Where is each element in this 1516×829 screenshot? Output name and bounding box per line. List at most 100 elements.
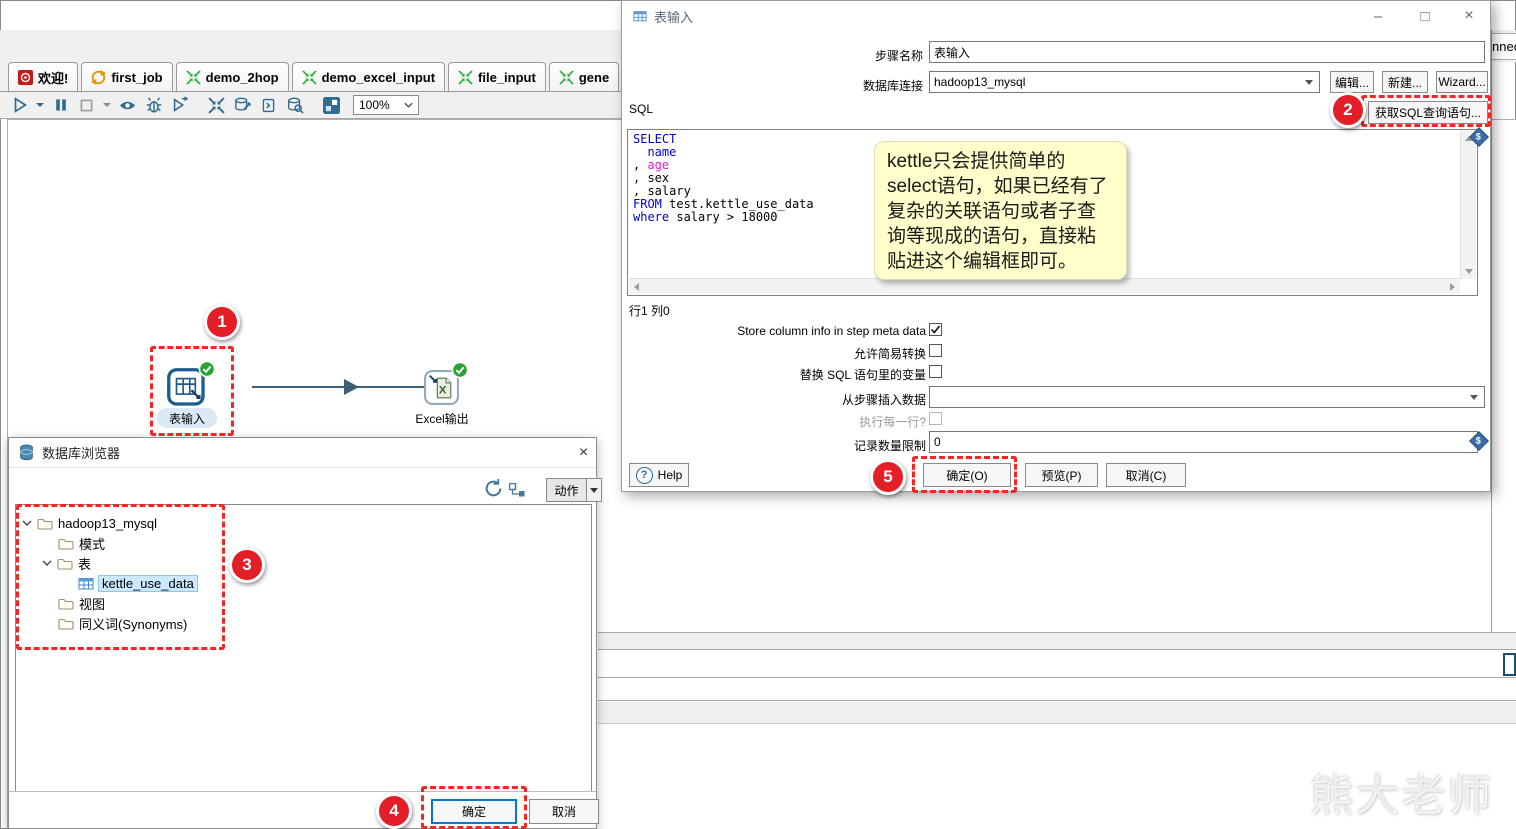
sql-keyword: SELECT [633,132,677,146]
kettle-welcome-icon [18,69,33,85]
note-line: 复杂的关联语句或者子查 [887,201,1097,222]
new-connection-button[interactable]: 新建... [1382,71,1428,93]
tab-demo-2hop[interactable]: demo_2hop [175,62,289,91]
insert-data-from-step-combo[interactable] [929,386,1485,408]
sql-field: age [647,158,670,172]
execute-each-row-label: 执行每一行? [859,415,926,429]
stop-button[interactable] [76,95,97,116]
watermark: 熊大老师 [1308,770,1492,819]
highlight-box-step [150,346,234,436]
dialog-title: 表输入 [654,9,694,25]
tab-gene-clipped[interactable]: gene [548,62,620,91]
chevron-down-icon [404,102,413,108]
cursor-position-status: 行1 列0 [629,304,670,318]
tab-label: file_input [478,69,536,85]
run-button[interactable] [9,95,30,116]
step-excel-output-label: Excel输出 [415,412,469,426]
preview-button[interactable] [117,95,138,116]
fragment-text: nnec [1492,39,1516,54]
transformation-icon [458,70,473,85]
preview-button[interactable]: 预览(P) [1025,463,1098,487]
tab-welcome[interactable]: 欢迎! [8,62,79,91]
job-icon [91,69,107,85]
scroll-right-icon[interactable] [1450,283,1455,291]
sql-field: , sex [633,171,670,185]
note-line: select语句，如果已经有了 [887,176,1108,197]
connection-combo[interactable]: hadoop13_mysql [929,71,1320,93]
debug-button[interactable] [143,95,164,116]
tab-label: gene [578,69,610,85]
refresh-button[interactable] [483,478,504,502]
tab-label: demo_2hop [205,69,279,85]
scroll-down-icon[interactable] [1465,269,1473,274]
action-dropdown-button[interactable] [587,478,602,502]
step-badge-4: 4 [376,793,412,829]
verify-transformation-button[interactable] [206,95,227,116]
database-explore-button[interactable] [284,95,305,116]
replay-button[interactable] [169,95,190,116]
background-window-edge [1491,30,1492,632]
chevron-down-icon [590,487,598,493]
vertical-scrollbar[interactable] [1460,131,1476,279]
minimize-button[interactable]: – [1358,1,1398,31]
sql-section-label: SQL [629,102,654,116]
stop-options-caret[interactable] [102,95,112,116]
dialog-titlebar[interactable]: 数据库浏览器 [9,438,596,468]
cancel-button[interactable]: 取消(C) [1106,463,1186,487]
svg-text:X: X [439,385,447,397]
close-icon: × [578,444,589,461]
transformation-icon [559,70,574,85]
help-button[interactable]: ? Help [629,463,689,487]
help-label: Help [657,468,683,482]
action-button[interactable]: 动作 [546,478,587,502]
note-line: kettle只会提供简单的 [887,151,1066,172]
highlight-box-get-sql [1361,95,1491,127]
run-options-caret[interactable] [35,95,45,116]
tab-file-input[interactable]: file_input [448,62,546,91]
edit-connection-button[interactable]: 编辑... [1330,71,1374,93]
background-panel-band [598,702,1516,724]
zoom-select[interactable]: 100% [353,95,419,115]
transformation-icon [186,70,201,85]
sql-field: , salary [633,184,691,198]
pause-button[interactable] [50,95,71,116]
highlight-box-dialog-ok [912,456,1017,493]
help-icon: ? [635,466,653,484]
store-meta-checkbox[interactable] [929,323,942,336]
replace-variables-checkbox[interactable] [929,365,942,378]
step-badge-3: 3 [229,547,265,583]
sql-comma: , [633,158,648,172]
horizontal-scrollbar[interactable] [629,278,1460,294]
sql-field: name [633,145,677,159]
close-button[interactable]: × [1449,1,1489,31]
show-results-toggle[interactable] [321,95,342,116]
impact-analysis-button[interactable] [232,95,253,116]
transformation-toolbar: 100% [0,92,633,119]
execute-each-row-checkbox [929,412,942,425]
checkmark-icon [930,325,941,334]
tab-first-job[interactable]: first_job [81,62,173,91]
step-badge-5: 5 [870,459,906,495]
step-ok-check-icon [451,361,469,379]
tab-label: 欢迎! [38,70,69,86]
limit-input[interactable] [929,431,1478,453]
store-meta-label: Store column info in step meta data [737,324,926,338]
maximize-button[interactable]: □ [1405,1,1445,31]
maximize-icon: □ [1420,7,1430,25]
connections-tree-icon-button[interactable] [508,482,525,500]
step-name-input[interactable] [929,41,1485,63]
scroll-left-icon[interactable] [634,283,639,291]
close-button[interactable]: × [569,438,598,468]
easy-conversion-checkbox[interactable] [929,344,942,357]
dialog-title: 数据库浏览器 [42,446,121,461]
cancel-button[interactable]: 取消 [529,799,599,824]
database-icon [19,444,34,461]
tab-demo-excel-input[interactable]: demo_excel_input [291,62,446,91]
wizard-connection-button[interactable]: Wizard... [1436,71,1488,93]
table-input-dialog-icon [633,10,647,22]
generate-sql-button[interactable] [258,95,279,116]
hop-line [252,386,424,388]
replace-variables-label: 替换 SQL 语句里的变量 [799,368,926,382]
background-clipped-button [1503,653,1516,676]
sql-text: SELECT name , age , sex , salary FROM te… [633,133,814,224]
